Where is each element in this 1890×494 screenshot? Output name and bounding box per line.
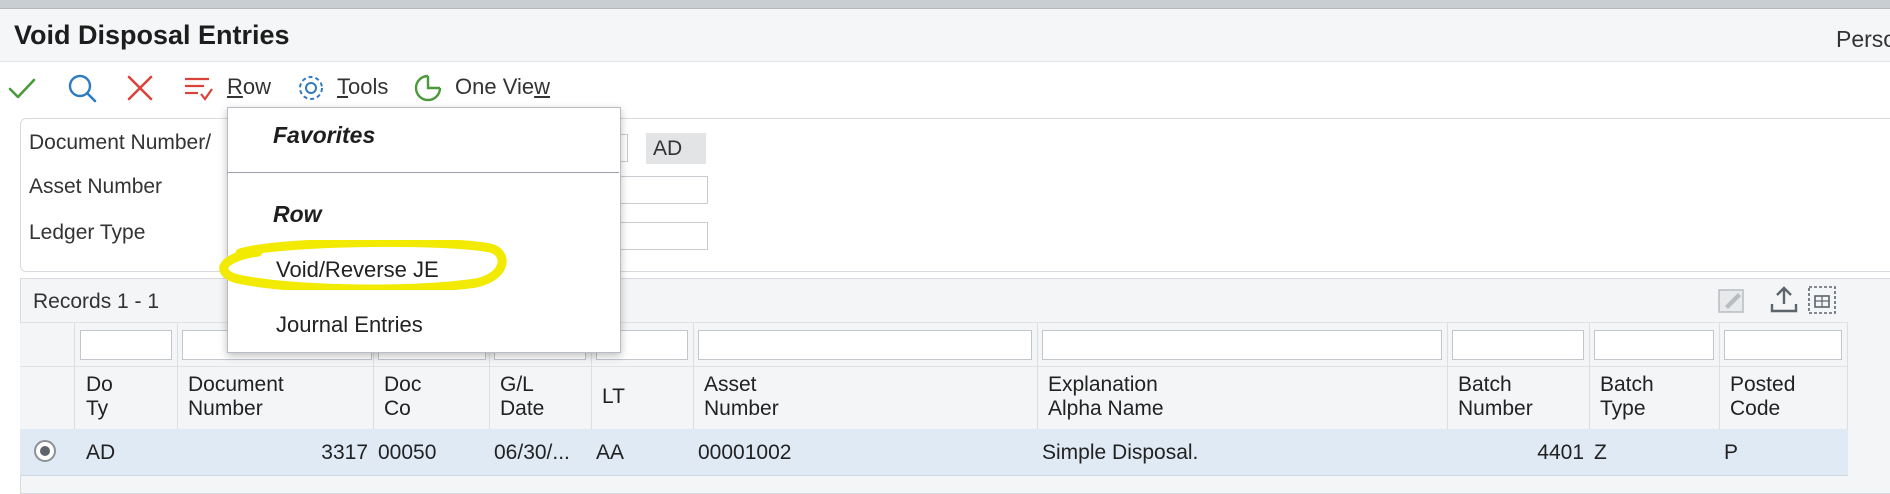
- maximize-grid-icon[interactable]: [1806, 284, 1838, 316]
- row-label: ow: [242, 74, 272, 99]
- ledger-type-label: Ledger Type: [29, 221, 146, 244]
- header-line: Batch: [1458, 373, 1512, 396]
- header-line: Explanation: [1048, 373, 1158, 396]
- cell-lt: AA: [596, 441, 625, 464]
- cell-doc-co: 00050: [378, 441, 437, 464]
- search-icon[interactable]: [66, 72, 98, 104]
- column-header-batch-number[interactable]: Batch Number: [1458, 373, 1533, 421]
- menu-item-journal-entries[interactable]: Journal Entries: [276, 312, 423, 338]
- column-header-posted-code[interactable]: Posted Code: [1730, 373, 1795, 421]
- header-line: Doc: [384, 373, 422, 396]
- records-count: Records 1 - 1: [33, 290, 160, 313]
- column-header-gl-date[interactable]: G/L Date: [500, 373, 544, 421]
- column-header-explanation[interactable]: Explanation Alpha Name: [1048, 373, 1164, 421]
- column-header-doc-co[interactable]: Doc Co: [384, 373, 421, 421]
- header-line: Code: [1730, 397, 1781, 420]
- qbe-do-ty[interactable]: [80, 330, 172, 360]
- doc-type-value: AD: [646, 133, 706, 164]
- one-view-button[interactable]: One View: [455, 74, 550, 100]
- tools-label-accesskey: T: [337, 74, 348, 99]
- cell-gl-date: 06/30/...: [494, 441, 570, 464]
- row-heading: Row: [273, 201, 322, 227]
- page-title: Void Disposal Entries: [14, 20, 290, 50]
- edit-grid-icon[interactable]: [1716, 284, 1748, 316]
- row-menu-icon[interactable]: [182, 72, 214, 104]
- header-line: Asset: [704, 373, 757, 396]
- cell-batch-number: 4401: [1537, 441, 1584, 464]
- tools-label: ools: [348, 74, 389, 99]
- export-icon[interactable]: [1768, 284, 1800, 316]
- header-line: Ty: [86, 397, 109, 420]
- header-line: Alpha Name: [1048, 397, 1164, 420]
- gear-icon[interactable]: [295, 72, 327, 104]
- header-line: Posted: [1730, 373, 1796, 396]
- header-line: Co: [384, 397, 411, 420]
- asset-number-label: Asset Number: [29, 175, 163, 198]
- header-line: Number: [1458, 397, 1533, 420]
- column-header-lt[interactable]: LT: [602, 385, 625, 409]
- grid-header: [20, 366, 1848, 430]
- menu-divider: [227, 172, 619, 173]
- header-line: Type: [1600, 397, 1646, 420]
- document-number-label: Document Number/: [29, 131, 212, 154]
- qbe-explanation[interactable]: [1042, 330, 1442, 360]
- row-label-accesskey: R: [227, 74, 243, 99]
- one-view-label-accesskey: w: [534, 74, 550, 99]
- header-line: Number: [704, 397, 779, 420]
- column-header-asset-number[interactable]: Asset Number: [704, 373, 779, 421]
- close-icon[interactable]: [124, 72, 156, 104]
- header-line: Document: [188, 373, 284, 396]
- tools-menu-button[interactable]: Tools: [337, 74, 388, 100]
- header-line: G/L: [500, 373, 534, 396]
- one-view-label: One Vie: [455, 74, 535, 99]
- column-header-batch-type[interactable]: Batch Type: [1600, 373, 1654, 421]
- cell-document-number: 3317: [321, 441, 368, 464]
- one-view-icon[interactable]: [412, 72, 444, 104]
- qbe-asset-number[interactable]: [698, 330, 1032, 360]
- personalization-menu[interactable]: Perso: [1836, 26, 1890, 53]
- window-top-border: [0, 0, 1890, 9]
- cell-do-ty: AD: [86, 441, 116, 464]
- favorites-heading: Favorites: [273, 122, 376, 148]
- qbe-batch-type[interactable]: [1594, 330, 1714, 360]
- header-line: Do: [86, 373, 113, 396]
- check-icon[interactable]: [6, 72, 38, 104]
- column-header-do-ty[interactable]: Do Ty: [86, 373, 113, 421]
- cell-posted-code: P: [1724, 441, 1739, 464]
- row-select-radio[interactable]: [34, 440, 56, 462]
- header-line: Date: [500, 397, 545, 420]
- qbe-posted-code[interactable]: [1724, 330, 1842, 360]
- cell-explanation: Simple Disposal.: [1042, 441, 1199, 464]
- column-header-document-number[interactable]: Document Number: [188, 373, 284, 421]
- header-line: Number: [188, 397, 263, 420]
- header-line: Batch: [1600, 373, 1654, 396]
- qbe-batch-number[interactable]: [1452, 330, 1584, 360]
- row-menu-button[interactable]: Row: [227, 74, 271, 100]
- cell-batch-type: Z: [1594, 441, 1607, 464]
- cell-asset-number: 00001002: [698, 441, 792, 464]
- header-line: LT: [602, 385, 625, 408]
- menu-item-void-reverse-je[interactable]: Void/Reverse JE: [276, 257, 439, 283]
